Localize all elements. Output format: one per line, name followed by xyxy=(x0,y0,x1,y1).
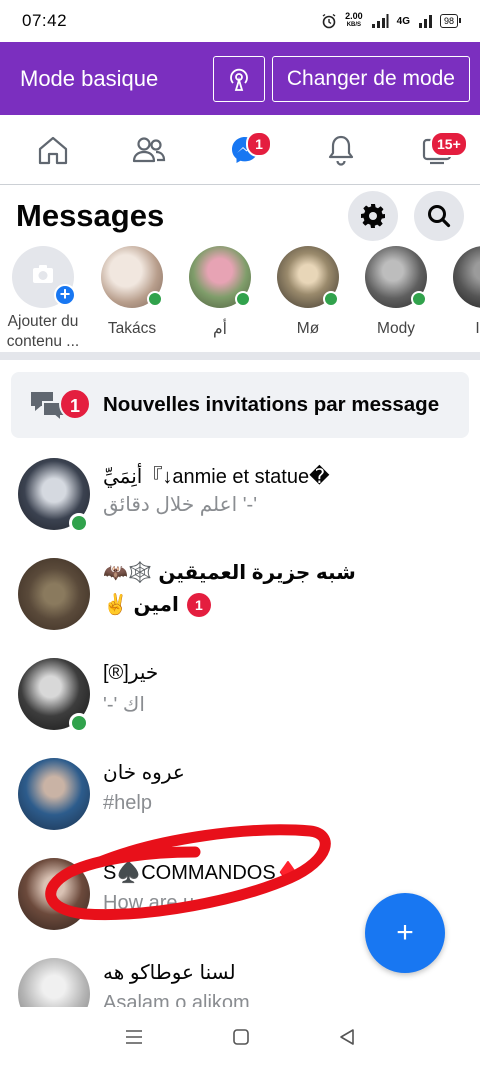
menu-icon[interactable] xyxy=(124,1028,144,1046)
avatar xyxy=(18,758,90,830)
conversation-row[interactable]: 🦇🕸️ شبه جزيرة العميقين ✌️ امين 1 xyxy=(0,540,480,640)
online-indicator xyxy=(147,291,163,307)
conversation-name: S♠️COMMANDOS♦️ xyxy=(103,862,301,884)
avatar xyxy=(18,858,90,930)
story-label: أم xyxy=(213,321,227,338)
nav-video[interactable]: 15+ xyxy=(412,125,468,175)
conversation-name: عروه خان xyxy=(103,762,185,784)
basic-mode-bar: Mode basique Changer de mode xyxy=(0,42,480,115)
system-nav-bar xyxy=(0,1007,480,1067)
conversation-snippet: ✌️ امين 1 xyxy=(103,592,211,617)
conversation-name: لسنا عوطاكو هه xyxy=(103,962,236,984)
settings-button[interactable] xyxy=(348,191,398,241)
home-icon xyxy=(38,136,68,164)
unread-badge: 1 xyxy=(186,592,211,617)
friends-icon xyxy=(132,136,166,162)
conversation-row[interactable]: عروه خان #help xyxy=(0,740,480,840)
story-item[interactable]: Mø xyxy=(265,246,351,338)
story-avatar xyxy=(189,246,251,308)
back-icon[interactable] xyxy=(338,1028,356,1046)
new-message-button[interactable]: + xyxy=(365,893,445,973)
add-story-avatar: + xyxy=(12,246,76,308)
conversation-snippet: اعلم خلال دقائق '-' xyxy=(103,494,258,516)
messenger-badge: 1 xyxy=(246,130,272,157)
online-indicator xyxy=(69,513,89,533)
add-story[interactable]: + Ajouter du contenu ... xyxy=(0,246,86,352)
nav-messenger[interactable]: 1 xyxy=(220,125,272,175)
signal-icon xyxy=(371,14,389,28)
gear-icon xyxy=(361,204,385,228)
messages-header: Messages xyxy=(0,186,480,246)
avatar xyxy=(18,958,90,1007)
conversation-row[interactable]: [®]خير '-' اك xyxy=(0,640,480,740)
section-divider xyxy=(0,352,480,360)
story-item[interactable]: Mody xyxy=(353,246,439,338)
message-requests[interactable]: 1 Nouvelles invitations par message xyxy=(11,372,469,438)
conversation-snippet: How are u xyxy=(103,892,195,914)
stories-row: + Ajouter du contenu ... Takács أم Mø Mo… xyxy=(0,246,480,352)
story-item[interactable]: أم xyxy=(177,246,263,339)
story-avatar xyxy=(453,246,480,308)
signal-icon-2 xyxy=(418,15,432,28)
story-avatar xyxy=(365,246,427,308)
conversation-row[interactable]: أنِمَيِّ『↓anmie et statue� اعلم خلال دقا… xyxy=(0,440,480,540)
avatar xyxy=(18,558,90,630)
story-label: Takács xyxy=(107,320,157,337)
story-label: Ajouter du contenu ... xyxy=(6,313,80,350)
change-mode-button[interactable]: Changer de mode xyxy=(271,55,470,102)
online-indicator xyxy=(411,291,427,307)
story-item[interactable]: Im xyxy=(441,246,480,338)
video-badge: 15+ xyxy=(430,130,468,157)
story-avatar xyxy=(277,246,339,308)
mode-title: Mode basique xyxy=(20,65,159,91)
conversation-name: أنِمَيِّ『↓anmie et statue� xyxy=(103,466,330,488)
nav-notifications[interactable] xyxy=(316,125,366,175)
network-type: 4G xyxy=(396,15,410,27)
home-button-icon[interactable] xyxy=(232,1028,250,1046)
broadcast-button[interactable] xyxy=(212,55,265,102)
story-label: Im xyxy=(475,320,480,337)
online-indicator xyxy=(323,291,339,307)
conversation-snippet: '-' اك xyxy=(103,694,145,716)
alarm-icon xyxy=(322,13,336,29)
page-title: Messages xyxy=(16,198,165,233)
status-bar: 07:42 2.00 KB/S 4G 98 xyxy=(0,0,480,42)
conversation-name: 🦇🕸️ شبه جزيرة العميقين xyxy=(103,562,356,584)
online-indicator xyxy=(235,291,251,307)
story-label: Mø xyxy=(296,320,320,337)
conversation-snippet: Asalam o alikom xyxy=(103,992,250,1007)
search-button[interactable] xyxy=(414,191,464,241)
plus-icon: + xyxy=(54,284,76,306)
story-avatar xyxy=(101,246,163,308)
requests-label: Nouvelles invitations par message xyxy=(103,393,440,416)
story-label: Mody xyxy=(377,320,415,337)
nav-friends[interactable] xyxy=(124,125,174,175)
online-indicator xyxy=(69,713,89,733)
search-icon xyxy=(428,205,451,228)
story-item[interactable]: Takács xyxy=(89,246,175,338)
conversation-name: [®]خير xyxy=(103,662,159,684)
broadcast-icon xyxy=(230,68,248,91)
network-speed: 2.00 KB/S xyxy=(345,11,363,29)
top-nav: 1 15+ xyxy=(0,115,480,185)
bell-icon xyxy=(328,135,354,166)
nav-home[interactable] xyxy=(28,125,78,175)
conversation-snippet: #help xyxy=(103,792,152,814)
status-time: 07:42 xyxy=(22,11,68,30)
battery-indicator: 98 xyxy=(439,14,462,28)
requests-badge: 1 xyxy=(59,388,91,420)
